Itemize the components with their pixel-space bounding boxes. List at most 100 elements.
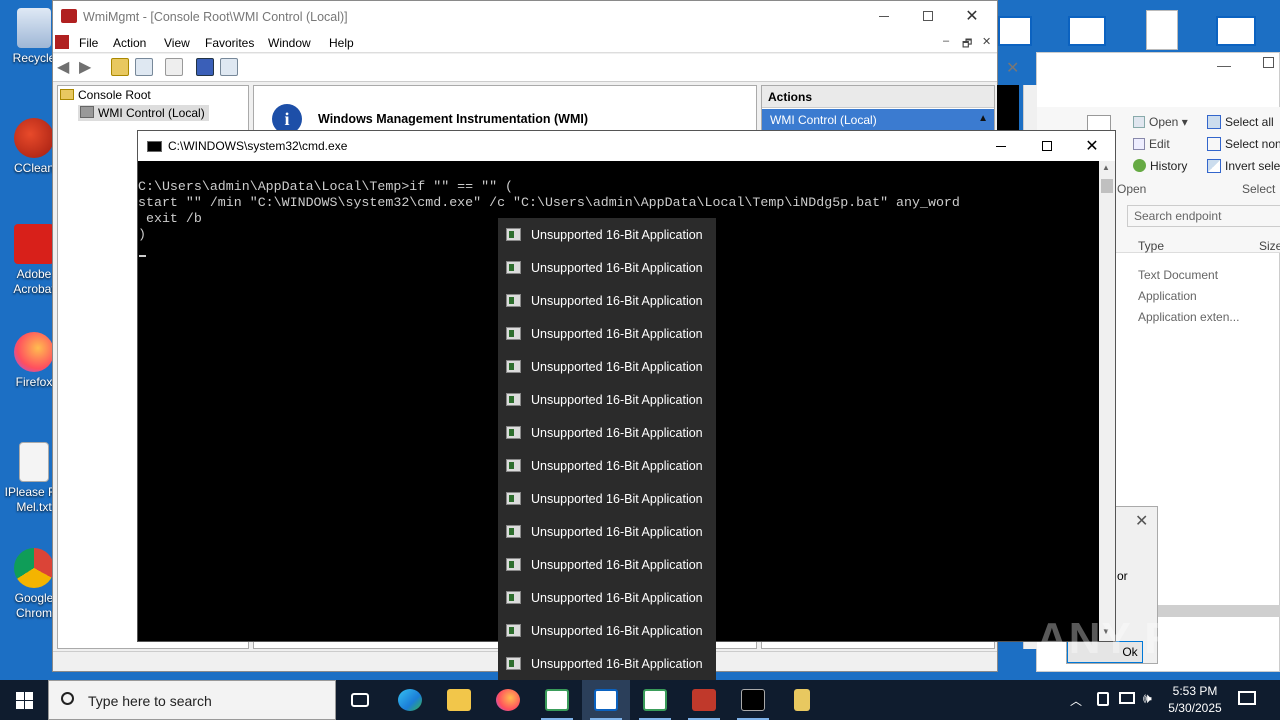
taskbar-search-box[interactable]: Type here to search (48, 680, 336, 720)
jump-list-item[interactable]: Unsupported 16-Bit Application (498, 251, 716, 284)
volume-icon[interactable]: 🕪 (1143, 690, 1152, 707)
jump-list-item[interactable]: Unsupported 16-Bit Application (498, 317, 716, 350)
child-restore-icon[interactable]: 🗗 (962, 35, 972, 54)
taskbar-file-explorer[interactable] (435, 680, 483, 720)
back-icon[interactable]: ◀ (57, 57, 69, 77)
menu-favorites[interactable]: Favorites (205, 36, 254, 50)
app-window-icon (506, 327, 521, 340)
jump-list-item-label: Unsupported 16-Bit Application (531, 392, 703, 407)
taskbar-app-window-3[interactable] (631, 680, 679, 720)
minimize-icon[interactable]: — (1217, 57, 1231, 73)
start-button[interactable] (0, 680, 48, 720)
jump-list-item[interactable]: Unsupported 16-Bit Application (498, 581, 716, 614)
notification-icon[interactable] (1238, 691, 1256, 705)
select-all-button[interactable]: Select all (1207, 115, 1274, 129)
history-button[interactable]: History (1133, 159, 1187, 173)
app-window-icon (506, 624, 521, 637)
help-icon[interactable] (196, 58, 214, 76)
cmd-scrollbar[interactable]: ▲ ▼ (1099, 161, 1115, 641)
open-button[interactable]: Open ▾ (1133, 115, 1188, 129)
taskbar-app-window-1[interactable] (533, 680, 581, 720)
taskbar: Type here to search ︿ 🕪 5:53 PM 5/30/202… (0, 680, 1280, 720)
taskbar-app-window-2[interactable] (582, 680, 630, 720)
jump-list-item[interactable]: Unsupported 16-Bit Application (498, 614, 716, 647)
clock[interactable]: 5:53 PM 5/30/2025 (1160, 683, 1230, 717)
toolbox-icon (692, 689, 716, 711)
menu-window[interactable]: Window (268, 36, 311, 50)
child-minimize-icon[interactable]: – (943, 35, 949, 47)
taskbar-archive[interactable] (778, 680, 826, 720)
edit-label: Edit (1149, 137, 1170, 151)
close-button[interactable]: ✕ (1069, 131, 1115, 161)
scroll-thumb[interactable] (1101, 179, 1113, 193)
taskbar-wmi-mmc[interactable] (680, 680, 728, 720)
child-close-icon[interactable]: ✕ (982, 35, 991, 48)
menu-help[interactable]: Help (329, 36, 354, 50)
desktop-window-icon[interactable] (1068, 16, 1106, 46)
collapse-icon[interactable]: ▲ (978, 113, 988, 124)
app-window-icon (506, 459, 521, 472)
jump-list-item[interactable]: Unsupported 16-Bit Application (498, 218, 716, 251)
mmc-menubar: File Action View Favorites Window Help –… (53, 31, 997, 53)
task-view-button[interactable] (336, 680, 384, 720)
column-header-size[interactable]: Size (1259, 239, 1280, 253)
maximize-button[interactable] (905, 1, 951, 31)
tree-item-console-root[interactable]: Console Root (60, 88, 151, 102)
forward-icon[interactable]: ▶ (79, 57, 91, 77)
column-header-type[interactable]: Type (1138, 239, 1164, 253)
maximize-icon[interactable] (1263, 57, 1274, 68)
taskbar-cmd[interactable] (729, 680, 777, 720)
actions-item-wmi-control[interactable]: WMI Control (Local) ▲ (762, 109, 994, 131)
desktop-document-icon[interactable] (1146, 10, 1178, 50)
menu-action[interactable]: Action (113, 36, 146, 50)
scroll-up-icon[interactable]: ▲ (1102, 163, 1110, 172)
file-type-cell: Text Document (1138, 268, 1219, 282)
jump-list-item[interactable]: Unsupported 16-Bit Application (498, 416, 716, 449)
jump-list-item[interactable]: Unsupported 16-Bit Application (498, 515, 716, 548)
close-button[interactable]: ✕ (949, 1, 995, 31)
search-input[interactable]: Search endpoint (1127, 205, 1280, 227)
ribbon-group-select-label: Select (1242, 182, 1276, 196)
cmd-line: start "" /min "C:\WINDOWS\system32\cmd.e… (138, 195, 960, 210)
search-icon (61, 692, 74, 705)
jump-list-item[interactable]: Unsupported 16-Bit Application (498, 284, 716, 317)
tree-item-wmi-control[interactable]: WMI Control (Local) (78, 105, 209, 121)
app-window-icon (506, 426, 521, 439)
jump-list-item[interactable]: Unsupported 16-Bit Application (498, 383, 716, 416)
secondary-close-icon[interactable]: ✕ (1006, 58, 1019, 78)
dialog-text: or (1117, 569, 1128, 583)
jump-list-item[interactable]: Unsupported 16-Bit Application (498, 548, 716, 581)
wmi-control-icon (80, 106, 94, 118)
app-window-icon (643, 689, 667, 711)
file-type-cell: Application (1138, 289, 1197, 303)
menu-file[interactable]: File (79, 36, 98, 50)
jump-list-item-label: Unsupported 16-Bit Application (531, 590, 703, 605)
taskbar-firefox[interactable] (484, 680, 532, 720)
tree-label: WMI Control (Local) (98, 106, 205, 120)
dialog-close-icon[interactable]: ✕ (1135, 511, 1148, 531)
minimize-button[interactable] (978, 131, 1024, 161)
monitor-icon[interactable] (1119, 692, 1135, 704)
edit-button[interactable]: Edit (1133, 137, 1170, 151)
minimize-button[interactable] (861, 1, 907, 31)
jump-list-item[interactable]: Unsupported 16-Bit Application (498, 482, 716, 515)
maximize-button[interactable] (1024, 131, 1070, 161)
open-label: Open (1149, 115, 1179, 129)
desktop-window-icon[interactable] (1216, 16, 1256, 46)
select-none-label: Select non (1225, 137, 1280, 151)
up-folder-icon[interactable] (111, 58, 129, 76)
network-icon[interactable] (1097, 692, 1109, 706)
select-none-button[interactable]: Select non (1207, 137, 1280, 151)
invert-selection-button[interactable]: Invert selec (1207, 159, 1280, 173)
jump-list-item-label: Unsupported 16-Bit Application (531, 656, 703, 671)
jump-list-item[interactable]: Unsupported 16-Bit Application (498, 449, 716, 482)
chevron-up-icon[interactable]: ︿ (1070, 692, 1082, 709)
jump-list-item[interactable]: Unsupported 16-Bit Application (498, 647, 716, 680)
show-hide-action-pane-icon[interactable] (220, 58, 238, 76)
show-hide-tree-icon[interactable] (135, 58, 153, 76)
taskbar-edge[interactable] (386, 680, 434, 720)
menu-view[interactable]: View (164, 36, 190, 50)
jump-list-item[interactable]: Unsupported 16-Bit Application (498, 350, 716, 383)
desktop-window-icon[interactable] (998, 16, 1032, 46)
export-list-icon[interactable] (165, 58, 183, 76)
